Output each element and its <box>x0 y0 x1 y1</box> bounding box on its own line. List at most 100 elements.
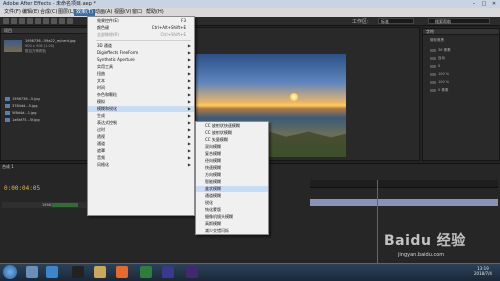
menu-bar: 文件(F) 编辑(E) 合成(C) 图层(L) 效果(T) 动画(A) 视图(V… <box>0 8 500 17</box>
window-title: Adobe After Effects - 未命名项目.aep * <box>3 1 96 7</box>
submenu-item-cc-radial-fast-blur[interactable]: CC 放射状快速模糊 <box>196 123 268 129</box>
pan-behind-tool-icon[interactable] <box>43 18 49 24</box>
zoom-tool-icon[interactable] <box>19 18 25 24</box>
rotate-tool-icon[interactable] <box>27 18 33 24</box>
menu-item-stylize[interactable]: 风格化 ▶ <box>88 162 194 168</box>
app-icon[interactable] <box>162 266 174 278</box>
submenu-item-gaussian-blur[interactable]: 高斯模糊 <box>196 221 268 227</box>
clock-date: 2018/7/4 <box>474 271 492 276</box>
leading-icon <box>430 57 436 60</box>
start-button-icon[interactable] <box>3 265 17 279</box>
horizontal-scale-field[interactable]: 100 % <box>430 80 496 85</box>
menu-item-3d-channel[interactable]: 3D 通道 ▶ <box>88 43 194 49</box>
vertical-scale-field[interactable]: 100 % <box>430 72 496 77</box>
character-panel-tab[interactable]: 字符 <box>423 29 499 35</box>
hand-tool-icon[interactable] <box>11 18 17 24</box>
selection-tool-icon[interactable] <box>3 18 9 24</box>
submenu-item-directional-blur[interactable]: 方向模糊 <box>196 172 268 178</box>
browser-icon[interactable] <box>46 266 58 278</box>
submenu-item-radial-blur[interactable]: 径向模糊 <box>196 158 268 164</box>
menu-item-blur-sharpen[interactable]: 模糊和锐化 ▶ <box>88 106 194 112</box>
layer-source-icon <box>52 203 78 207</box>
submenu-item-smart-blur[interactable]: 智能模糊 <box>196 179 268 185</box>
selected-item-size: 900 x 506 (1.00) <box>25 44 55 48</box>
menu-item-noise-grain[interactable]: 杂色和颗粒 ▶ <box>88 92 194 98</box>
media-player-icon[interactable] <box>140 266 152 278</box>
menu-item-channel[interactable]: 通道 ▶ <box>88 141 194 147</box>
playhead[interactable] <box>377 180 378 263</box>
folder-icon[interactable] <box>94 266 106 278</box>
menu-help[interactable]: 帮助(H) <box>144 9 166 16</box>
selected-item-colors: 数百万种颜色 <box>25 49 46 53</box>
project-file-item[interactable]: 3784dd...5.jpg <box>4 103 84 109</box>
project-panel-tab[interactable]: 项目 <box>1 28 87 34</box>
timecode-display[interactable]: 0:00:04:05 <box>4 185 40 192</box>
project-file-item[interactable]: 1a6bf75...5f.jpg <box>4 117 84 123</box>
submenu-item-bilateral-blur[interactable]: 双向模糊 <box>196 144 268 150</box>
menu-item-synthetic-aperture[interactable]: Synthetic Aperture ▶ <box>88 57 194 63</box>
layer-duration-bar[interactable] <box>310 199 498 206</box>
selected-item-name: 1956736...59a22_m/cent.jpg <box>25 39 76 43</box>
size-icon <box>430 49 436 52</box>
tools-toolbar <box>0 17 500 26</box>
help-search-input[interactable]: 搜索帮助 <box>428 18 490 24</box>
tracking-icon <box>430 65 436 68</box>
menu-item-digieffects[interactable]: Digieffects FreeForm ▶ <box>88 50 194 56</box>
menu-item-obsolete[interactable]: 过时 ▶ <box>88 127 194 133</box>
project-file-item[interactable]: 1956736...5.jpg <box>4 96 84 102</box>
qq-icon[interactable] <box>72 266 84 278</box>
blur-sharpen-submenu: CC 放射状快速模糊 CC 放射状模糊 CC 矢量模糊 双向模糊 复合模糊 径向… <box>195 121 269 235</box>
close-button[interactable]: ✕ <box>490 1 498 7</box>
camera-tool-icon[interactable] <box>35 18 41 24</box>
submenu-item-unsharp-mask[interactable]: 钝化蒙版 <box>196 207 268 213</box>
sun-glow <box>290 93 298 101</box>
submenu-item-channel-blur[interactable]: 通道模糊 <box>196 193 268 199</box>
baseline-icon <box>430 89 436 92</box>
menu-window[interactable]: 窗口 <box>130 9 144 16</box>
submenu-item-compound-blur[interactable]: 复合模糊 <box>196 151 268 157</box>
time-ruler[interactable] <box>310 180 498 188</box>
menu-item-color-key[interactable]: 颜色键 Ctrl+Alt+Shift+E <box>88 25 194 31</box>
minimize-button[interactable]: – <box>470 1 478 7</box>
menu-item-simulation[interactable]: 模拟 ▶ <box>88 99 194 105</box>
menu-item-utility[interactable]: 实用工具 ▶ <box>88 64 194 70</box>
submenu-item-cc-radial-blur[interactable]: CC 放射状模糊 <box>196 130 268 136</box>
timeline-tab[interactable]: 合成 1 <box>2 164 62 170</box>
maximize-button[interactable]: □ <box>480 1 488 7</box>
after-effects-icon[interactable] <box>186 266 198 278</box>
leading-field[interactable]: 自动 <box>430 56 496 61</box>
project-file-item[interactable]: 5f8d4d...1.jpg <box>4 110 84 116</box>
system-clock[interactable]: 13:19 2018/7/4 <box>468 266 498 276</box>
vertical-scale-icon <box>430 73 436 76</box>
submenu-item-sharpen[interactable]: 锐化 <box>196 200 268 206</box>
submenu-item-fast-blur[interactable]: 快速模糊 <box>196 165 268 171</box>
rectangle-tool-icon[interactable] <box>51 18 57 24</box>
tracking-field[interactable]: 0 <box>430 64 496 69</box>
menu-item-text[interactable]: 文本 ▶ <box>88 78 194 84</box>
submenu-item-camera-lens-blur[interactable]: 摄像机镜头模糊 <box>196 214 268 220</box>
submenu-item-reduce-interlace-flicker[interactable]: 减少交错闪烁 <box>196 228 268 234</box>
horizontal-scale-icon <box>430 81 436 84</box>
firefox-icon[interactable] <box>116 266 128 278</box>
workspace-select[interactable]: 标准 <box>378 18 414 24</box>
text-tool-icon[interactable] <box>67 18 73 24</box>
menu-item-audio[interactable]: 音频 ▶ <box>88 155 194 161</box>
menu-item-perspective[interactable]: 透视 ▶ <box>88 134 194 140</box>
menu-separator <box>96 40 191 41</box>
explorer-icon[interactable] <box>26 266 38 278</box>
project-thumbnail <box>4 40 22 52</box>
menu-item-time[interactable]: 时间 ▶ <box>88 85 194 91</box>
menu-item-effect-controls[interactable]: 效果控件(E) F3 <box>88 18 194 24</box>
menu-item-distort[interactable]: 扭曲 ▶ <box>88 71 194 77</box>
font-size-field[interactable]: 36 像素 <box>430 48 496 53</box>
submenu-item-cc-vector-blur[interactable]: CC 矢量模糊 <box>196 137 268 143</box>
baseline-shift-field[interactable]: 0 像素 <box>430 88 496 93</box>
menu-effect[interactable]: 效果(T) <box>74 9 95 16</box>
menu-item-remove-all[interactable]: 全部移除(R) Ctrl+Shift+E <box>88 32 194 38</box>
submenu-item-box-blur[interactable]: 盒状模糊 <box>196 186 268 192</box>
font-family-field[interactable]: 微软雅黑 <box>430 38 496 43</box>
menu-item-matte[interactable]: 遮罩 ▶ <box>88 148 194 154</box>
menu-item-expression-controls[interactable]: 表达式控制 ▶ <box>88 120 194 126</box>
pen-tool-icon[interactable] <box>59 18 65 24</box>
menu-item-generate[interactable]: 生成 ▶ <box>88 113 194 119</box>
